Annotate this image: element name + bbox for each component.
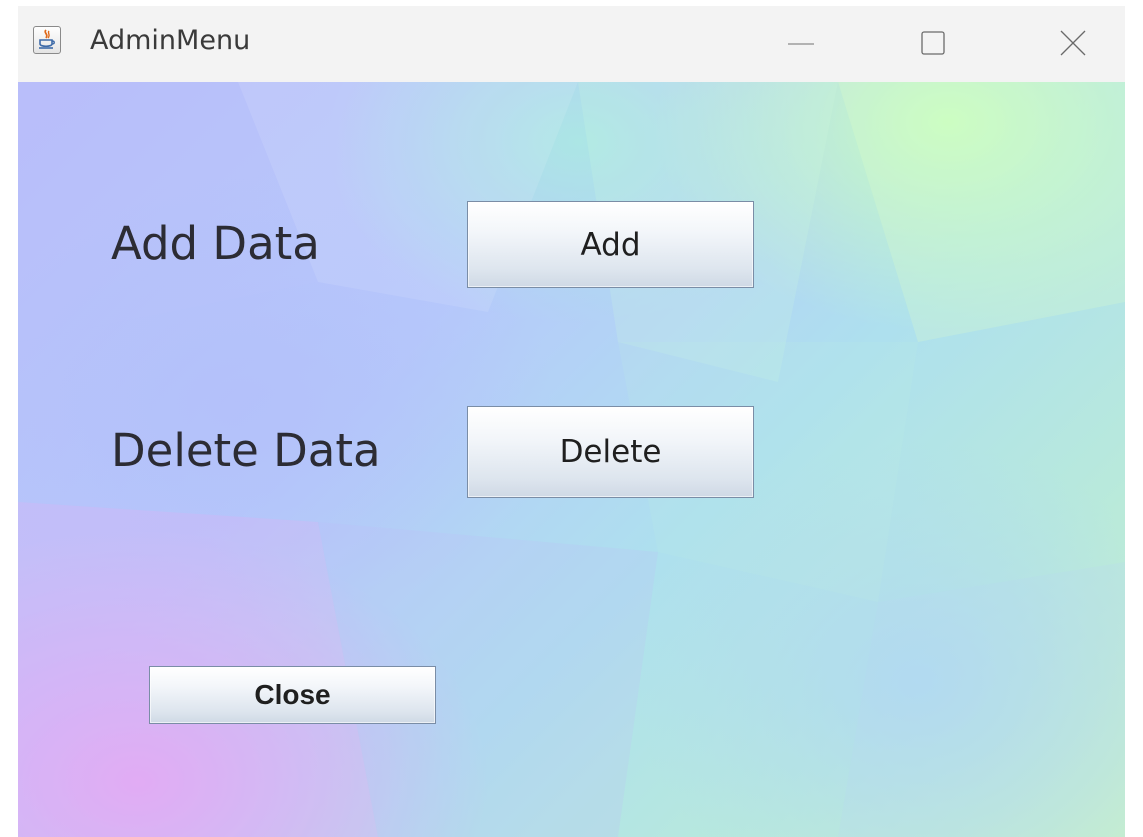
delete-button[interactable]: Delete <box>467 406 754 498</box>
window-close-button[interactable] <box>1048 18 1098 68</box>
maximize-button[interactable] <box>908 18 958 68</box>
admin-menu-window: AdminMenu Add Data Add Delete Data Delet… <box>18 6 1125 837</box>
minimize-icon <box>788 43 814 45</box>
window-title: AdminMenu <box>90 25 251 56</box>
delete-data-label: Delete Data <box>111 424 381 477</box>
close-button-label: Close <box>254 679 331 710</box>
minimize-button[interactable] <box>776 18 826 68</box>
close-icon <box>1060 30 1086 56</box>
close-button[interactable]: Close <box>149 666 436 724</box>
delete-button-label: Delete <box>559 434 662 470</box>
maximize-icon <box>921 31 945 55</box>
add-button-label: Add <box>580 226 641 263</box>
content-panel: Add Data Add Delete Data Delete Close <box>18 82 1125 837</box>
add-data-label: Add Data <box>111 217 320 270</box>
add-button[interactable]: Add <box>467 201 754 288</box>
title-bar[interactable]: AdminMenu <box>18 6 1125 82</box>
java-cup-icon <box>33 26 61 54</box>
